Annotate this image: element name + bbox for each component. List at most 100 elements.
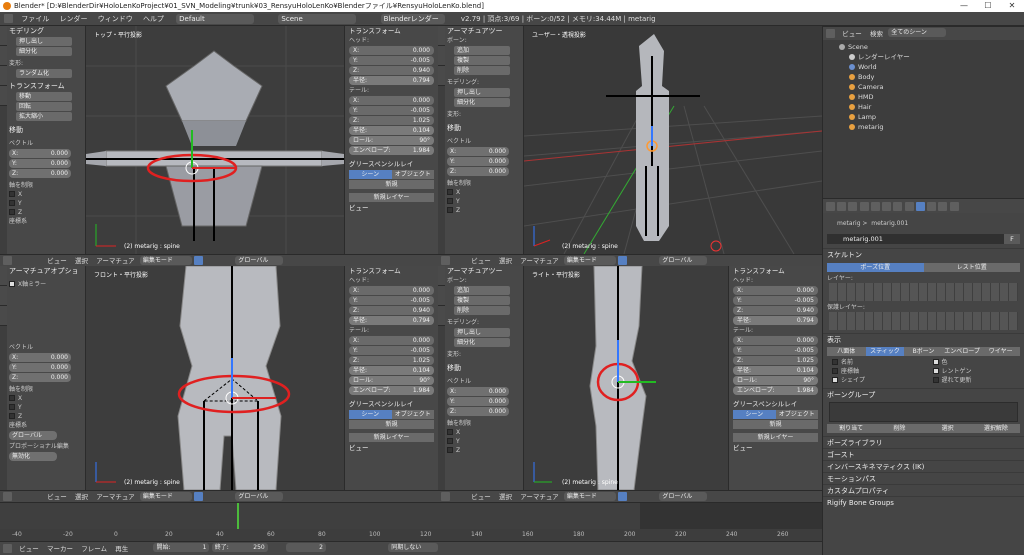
armature-tools-header[interactable]: アーマチュアツー bbox=[438, 26, 523, 36]
randomize-button[interactable]: ランダム化 bbox=[16, 69, 72, 78]
ghost-section[interactable]: ゴースト bbox=[823, 448, 1024, 460]
section-transform[interactable]: トランスフォーム bbox=[0, 81, 85, 91]
grease-pencil-header[interactable]: グリースペンシルレイ bbox=[345, 159, 438, 169]
menu-select[interactable]: 選択 bbox=[72, 255, 91, 266]
armature-options-header[interactable]: アーマチュアオプショ bbox=[0, 266, 85, 276]
axes-checkbox[interactable]: 座標軸 bbox=[823, 367, 924, 376]
bone-subdivide-button[interactable]: 細分化 bbox=[454, 98, 510, 107]
timeline-view-menu[interactable]: ビュー bbox=[16, 542, 42, 555]
head-y-field[interactable]: Y: -0.005 bbox=[349, 56, 434, 65]
scale-button[interactable]: 拡大縮小 bbox=[16, 112, 72, 121]
envelope-field[interactable]: エンベロープ: 1.984 bbox=[349, 146, 434, 155]
layer-grid[interactable] bbox=[829, 283, 1018, 301]
head-x-field[interactable]: X: 0.000 bbox=[349, 46, 434, 55]
gp-new-layer-button[interactable]: 新規レイヤー bbox=[349, 193, 434, 202]
xray-checkbox[interactable]: レントゲン bbox=[924, 367, 1024, 376]
protected-layer-grid[interactable] bbox=[829, 312, 1018, 330]
outliner-filter-select[interactable]: 全てのシーン bbox=[888, 28, 947, 37]
octahedral-button[interactable]: 八面体 bbox=[827, 347, 866, 356]
outliner-item-renderlayer[interactable]: レンダーレイヤー bbox=[823, 52, 1024, 62]
head-radius-field[interactable]: 半径: 0.794 bbox=[349, 76, 434, 85]
constraint-y-checkbox[interactable]: Y bbox=[0, 199, 85, 208]
outliner-item-metarig[interactable]: metarig bbox=[823, 122, 1024, 132]
outliner-search-menu[interactable]: 検索 bbox=[867, 27, 886, 40]
armature-name-field[interactable]: metarig.001 bbox=[827, 234, 1004, 244]
stick-button[interactable]: スティック bbox=[865, 347, 905, 356]
sync-select[interactable]: 同期しない bbox=[388, 543, 439, 552]
close-button[interactable]: ✕ bbox=[1000, 0, 1024, 12]
envelope-button[interactable]: エンベロープ bbox=[942, 347, 982, 356]
wire-button[interactable]: ワイヤー bbox=[981, 347, 1020, 356]
orientation-select[interactable]: グローバル bbox=[9, 431, 57, 440]
proportional-select[interactable]: 無効化 bbox=[9, 452, 57, 461]
tab-grease[interactable] bbox=[0, 86, 7, 106]
display-section[interactable]: 表示 bbox=[823, 333, 1024, 345]
vector-z-field[interactable]: Z: 0.000 bbox=[9, 169, 71, 178]
rigify-section[interactable]: Rigify Bone Groups bbox=[823, 496, 1024, 508]
transform-header[interactable]: トランスフォーム bbox=[345, 26, 438, 36]
head-z-field[interactable]: Z: 0.940 bbox=[349, 66, 434, 75]
outliner-item-world[interactable]: World bbox=[823, 62, 1024, 72]
tail-y-field[interactable]: Y: -0.005 bbox=[349, 106, 434, 115]
start-frame-field[interactable]: 開始: 1 bbox=[153, 543, 210, 552]
gp-scene-button[interactable]: シーン bbox=[349, 170, 392, 179]
menu-armature[interactable]: アーマチュア bbox=[93, 255, 137, 266]
shapes-checkbox[interactable]: シェイプ bbox=[823, 376, 924, 385]
layout-select[interactable]: Default bbox=[176, 14, 255, 24]
section-modeling[interactable]: モデリング bbox=[0, 26, 85, 36]
colors-checkbox[interactable]: 色 bbox=[924, 358, 1024, 367]
pose-position-button[interactable]: ポーズ位置 bbox=[827, 263, 924, 272]
fake-user-button[interactable]: F bbox=[1004, 234, 1020, 244]
deselect-button[interactable]: 選択解除 bbox=[971, 424, 1020, 433]
menu-file[interactable]: ファイル bbox=[17, 12, 53, 25]
viewport-top-ortho[interactable]: トップ・平行投影 (2) metarig : spine bbox=[86, 26, 344, 254]
end-frame-field[interactable]: 終了: 250 bbox=[211, 543, 268, 552]
bone-group-list[interactable] bbox=[829, 402, 1018, 422]
remove-button[interactable]: 削除 bbox=[875, 424, 924, 433]
menu-view[interactable]: ビュー bbox=[44, 255, 70, 266]
select-button[interactable]: 選択 bbox=[923, 424, 972, 433]
armature-data-tab[interactable] bbox=[915, 202, 925, 211]
bbone-button[interactable]: Bボーン bbox=[904, 347, 943, 356]
delay-update-checkbox[interactable]: 遅れて更新 bbox=[924, 376, 1024, 385]
ik-section[interactable]: インバースキネマティクス (IK) bbox=[823, 460, 1024, 472]
skeleton-section[interactable]: スケルトン bbox=[823, 248, 1024, 260]
gp-new-button[interactable]: 新規 bbox=[349, 180, 434, 189]
view-header[interactable]: ビュー bbox=[345, 203, 438, 213]
vector-x-field[interactable]: X: 0.000 bbox=[9, 149, 71, 158]
timeline-frame-menu[interactable]: フレーム bbox=[78, 542, 110, 555]
render-engine-select[interactable]: Blenderレンダー bbox=[380, 14, 445, 24]
tail-z-field[interactable]: Z: 1.025 bbox=[349, 116, 434, 125]
orientation-select[interactable]: グローバル bbox=[235, 256, 284, 265]
outliner-item-hmd[interactable]: HMD bbox=[823, 92, 1024, 102]
bone-delete-button[interactable]: 削除 bbox=[454, 66, 510, 75]
outliner-item-scene[interactable]: Scene bbox=[823, 42, 1024, 52]
shading-icon[interactable] bbox=[194, 256, 204, 265]
tab-relations[interactable] bbox=[0, 66, 7, 86]
vector-y-field[interactable]: Y: 0.000 bbox=[9, 159, 71, 168]
viewport-user-persp[interactable]: ユーザー・透視投影 (2) metarig : spine bbox=[524, 26, 822, 254]
x-mirror-checkbox[interactable]: X軸ミラー bbox=[0, 280, 85, 289]
roll-field[interactable]: ロール: 90° bbox=[349, 136, 434, 145]
editor-type-icon[interactable] bbox=[4, 14, 13, 23]
viewport-right-ortho[interactable]: ライト・平行投影 (2) metarig : spine bbox=[524, 266, 728, 490]
timeline-marker-menu[interactable]: マーカー bbox=[44, 542, 76, 555]
assign-button[interactable]: 割り当て bbox=[827, 424, 876, 433]
constraint-z-checkbox[interactable]: Z bbox=[0, 208, 85, 217]
section-move[interactable]: 移動 bbox=[0, 125, 85, 135]
tail-x-field[interactable]: X: 0.000 bbox=[349, 96, 434, 105]
subdivide-button[interactable]: 細分化 bbox=[16, 47, 72, 56]
timeline-playback-menu[interactable]: 再生 bbox=[112, 542, 131, 555]
tab-tools[interactable] bbox=[0, 26, 7, 46]
outliner-item-camera[interactable]: Camera bbox=[823, 82, 1024, 92]
outliner-item-lamp[interactable]: Lamp bbox=[823, 112, 1024, 122]
current-frame-marker[interactable] bbox=[237, 503, 239, 529]
extrude-button[interactable]: 押し出し bbox=[16, 37, 72, 46]
outliner-view-menu[interactable]: ビュー bbox=[839, 27, 865, 40]
move-button[interactable]: 移動 bbox=[16, 92, 72, 101]
current-frame-field[interactable]: 2 bbox=[285, 543, 326, 552]
custom-props-section[interactable]: カスタムプロパティ bbox=[823, 484, 1024, 496]
constraint-x-checkbox[interactable]: X bbox=[0, 190, 85, 199]
viewport-front-ortho[interactable]: フロント・平行投影 (2) metarig : spine bbox=[86, 266, 344, 490]
pose-library-section[interactable]: ポーズライブラリ bbox=[823, 436, 1024, 448]
